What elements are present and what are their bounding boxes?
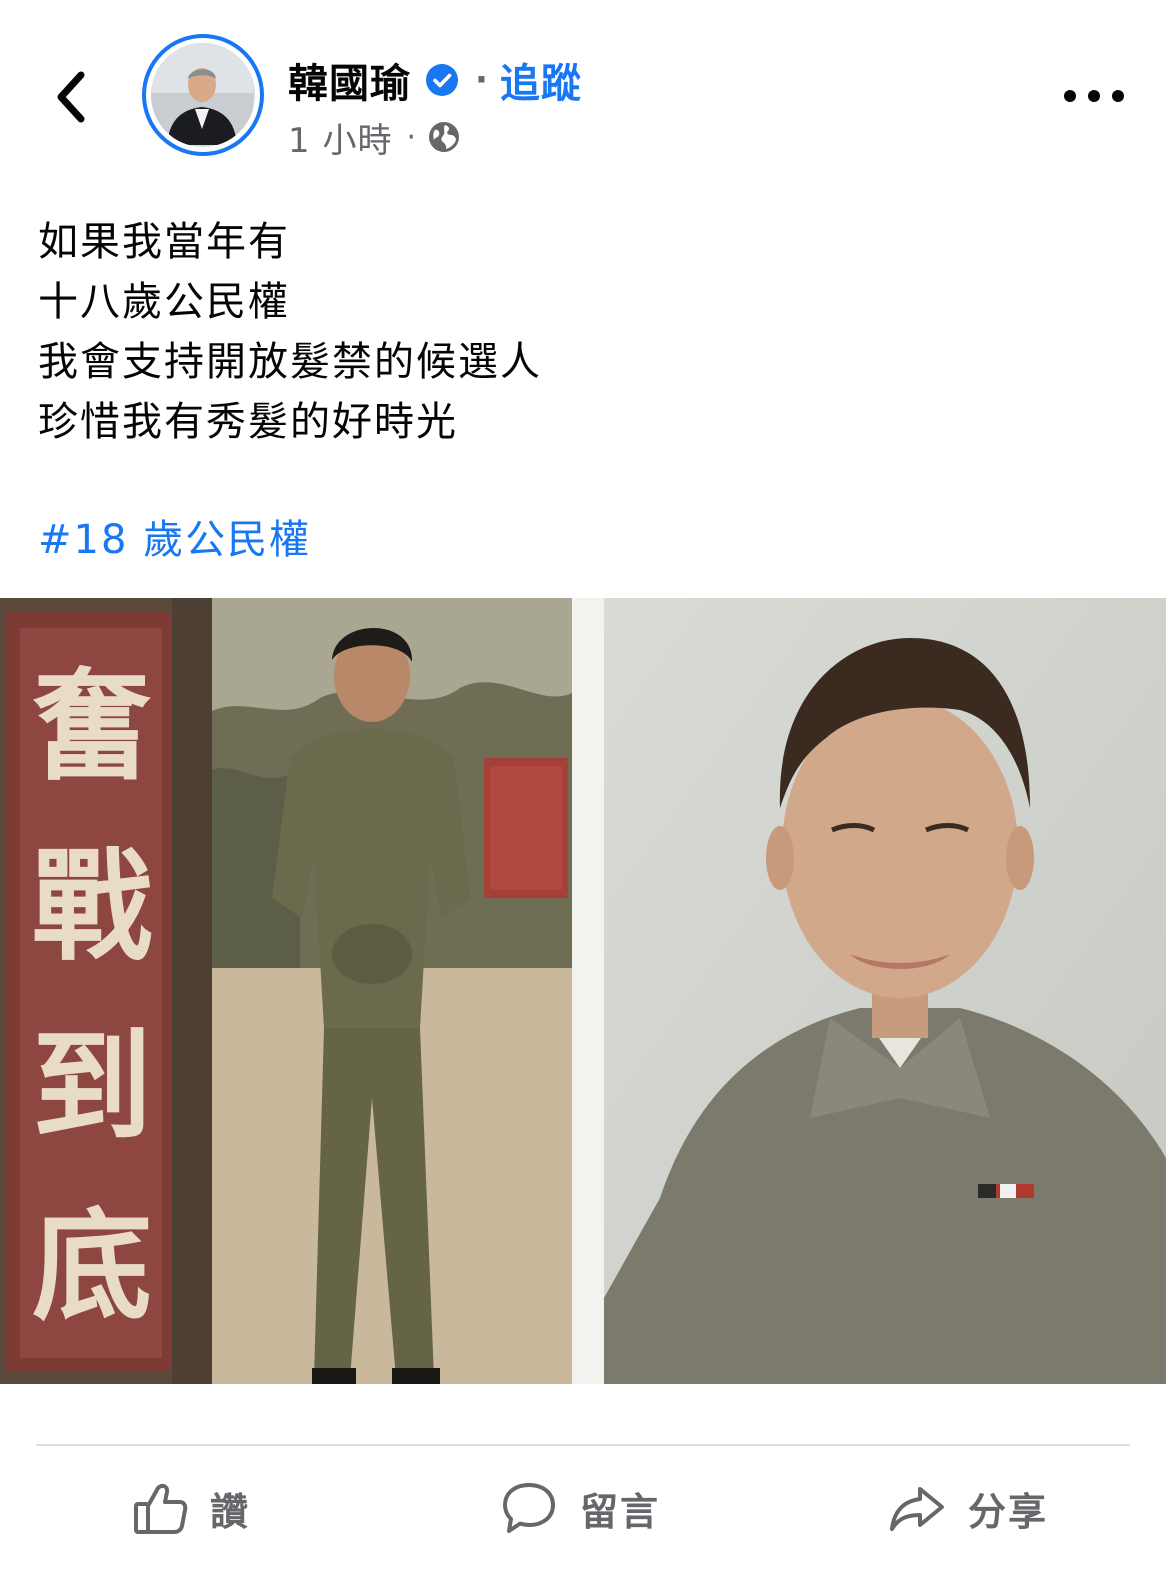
author-avatar[interactable] [142,34,264,156]
share-label: 分享 [968,1489,1049,1534]
action-bar: 讚 留言 分享 [0,1450,1170,1570]
post-body: 如果我當年有 十八歲公民權 我會支持開放髮禁的候選人 珍惜我有秀髮的好時光 [38,212,1138,452]
post-text-line: 十八歲公民權 [38,279,290,325]
post-timestamp[interactable]: 1 小時 [288,113,392,162]
separator-dot: · [475,60,488,100]
share-arrow-icon [890,1487,944,1531]
more-dot-icon [1064,90,1076,102]
author-name[interactable]: 韓國瑜 [288,51,411,109]
comment-icon [503,1483,555,1533]
post-text-line: 我會支持開放髮禁的候選人 [38,339,542,385]
verified-badge-icon [426,64,458,96]
hashtag-link[interactable]: #18 歲公民權 [38,510,311,570]
more-dot-icon [1088,90,1100,102]
meta-separator: · [406,119,416,155]
like-button[interactable]: 讚 [132,1476,250,1540]
comment-button[interactable]: 留言 [500,1476,660,1540]
thumbs-up-icon [134,1483,188,1534]
post-text-line: 珍惜我有秀髮的好時光 [38,399,458,445]
photo-sign-char: 底 [32,1198,152,1337]
follow-button[interactable]: 追蹤 [500,51,582,109]
photo-sign-char: 戰 [32,838,152,977]
photo-sign-char: 奮 [32,658,152,797]
avatar-photo [151,43,255,147]
post-meta: 1 小時 · [288,112,462,162]
actions-divider [36,1444,1130,1446]
chevron-left-icon [57,71,85,123]
like-label: 讚 [210,1489,251,1534]
post-text-line: 如果我當年有 [38,219,290,265]
photo-sign-char: 到 [32,1018,152,1157]
more-options-button[interactable] [1064,82,1124,110]
post-header: 韓國瑜 · 追蹤 1 小時 · [0,0,1170,190]
post-photo[interactable]: 奮 戰 到 底 [0,598,1166,1384]
author-row: 韓國瑜 · 追蹤 [288,52,582,108]
comment-label: 留言 [580,1489,661,1534]
share-button[interactable]: 分享 [888,1476,1048,1540]
back-button[interactable] [46,62,96,132]
more-dot-icon [1112,90,1124,102]
globe-icon [429,122,459,152]
